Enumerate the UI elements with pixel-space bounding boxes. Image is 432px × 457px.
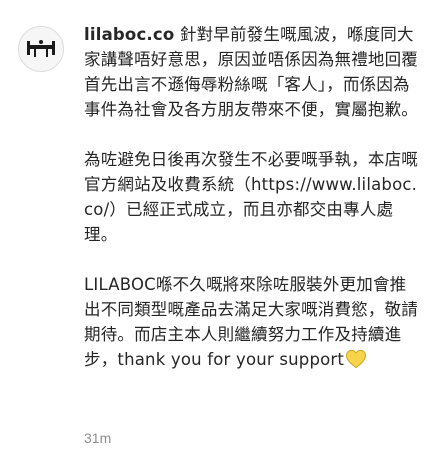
comment-paragraph-3: LILABOC喺不久嘅將來除咗服裝外更加會推出不同類型嘅產品去滿足大家嘅消費慾，…	[84, 272, 422, 372]
comment: lilaboc.co 針對早前發生嘅風波，喺度同大家講聲唔好意思，原因並唔係因為…	[0, 0, 432, 457]
username-link[interactable]: lilaboc.co	[84, 25, 174, 44]
lilaboc-logo-avatar	[19, 27, 63, 71]
yellow-heart-icon	[346, 349, 367, 369]
comment-timestamp: 31m	[84, 430, 112, 446]
comment-text-2: 為咗避免日後再次發生不必要嘅爭執，本店嘅官方網站及收費系統（https://ww…	[84, 150, 418, 244]
user-avatar[interactable]	[18, 26, 64, 72]
comment-text-3: LILABOC喺不久嘅將來除咗服裝外更加會推出不同類型嘅產品去滿足大家嘅消費慾，…	[84, 275, 418, 369]
comment-paragraph-1: lilaboc.co 針對早前發生嘅風波，喺度同大家講聲唔好意思，原因並唔係因為…	[84, 22, 422, 122]
comment-paragraph-2: 為咗避免日後再次發生不必要嘅爭執，本店嘅官方網站及收費系統（https://ww…	[84, 147, 422, 247]
comment-body: lilaboc.co 針對早前發生嘅風波，喺度同大家講聲唔好意思，原因並唔係因為…	[84, 22, 422, 372]
